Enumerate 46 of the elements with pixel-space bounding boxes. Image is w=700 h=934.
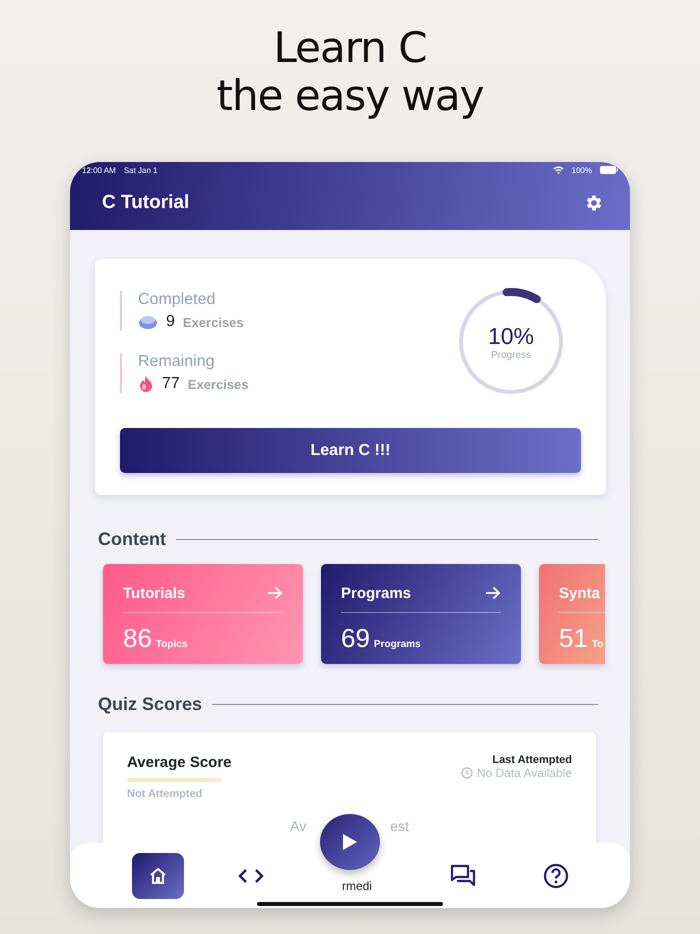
card-count: 51 (559, 623, 588, 654)
code-icon (238, 868, 264, 884)
settings-icon[interactable] (584, 193, 604, 213)
status-time: 12:00 AM (82, 166, 116, 174)
category-card[interactable]: Programs 69 Programs (321, 564, 521, 664)
help-icon (542, 862, 569, 888)
wifi-icon (552, 166, 564, 174)
card-title: Programs (341, 584, 412, 602)
headline: the easy way (216, 72, 484, 120)
card-title: Tutorials (123, 584, 186, 602)
learn-button[interactable]: Learn C !!! (120, 428, 581, 473)
stat-unit: Exercises (188, 376, 249, 392)
progress-caption: Progress (490, 350, 531, 361)
card-title: Synta (559, 584, 600, 602)
battery-level: 100% (572, 166, 592, 174)
battery-icon (600, 166, 618, 174)
card-unit: Topics (156, 639, 188, 650)
card-unit: To (592, 639, 604, 650)
home-icon (148, 866, 168, 886)
peek-text: Av (290, 818, 306, 834)
card-count: 69 (341, 623, 370, 654)
card-count: 86 (123, 623, 152, 654)
stat-label: Remaining (138, 353, 216, 371)
peek-text: est (390, 818, 409, 834)
stat-count: 9 (166, 313, 175, 331)
section-title: Content (98, 529, 166, 550)
last-attempted-value: No Data Available (476, 766, 572, 780)
stat-label: Completed (138, 291, 216, 309)
nav-tab[interactable] (132, 852, 184, 898)
chat-icon (450, 864, 476, 888)
app-title: C Tutorial (102, 192, 190, 214)
peek-text: rmedi (342, 878, 372, 892)
card-unit: Programs (374, 639, 421, 650)
section-title: Quiz Scores (98, 694, 202, 715)
headline: Learn C (272, 24, 428, 72)
stat-unit: Exercises (182, 314, 244, 330)
cloud-icon (138, 314, 158, 330)
last-attempted-label: Last Attempted (491, 754, 572, 766)
play-icon (342, 833, 358, 851)
score-title: Average Score (127, 754, 232, 771)
status-date: Sat Jan 1 (124, 166, 158, 174)
score-status: Not Attempted (127, 788, 204, 800)
clock-icon (460, 767, 473, 779)
flame-icon (138, 375, 154, 393)
stat-count: 77 (162, 375, 180, 393)
progress-value: 10% (488, 323, 534, 350)
